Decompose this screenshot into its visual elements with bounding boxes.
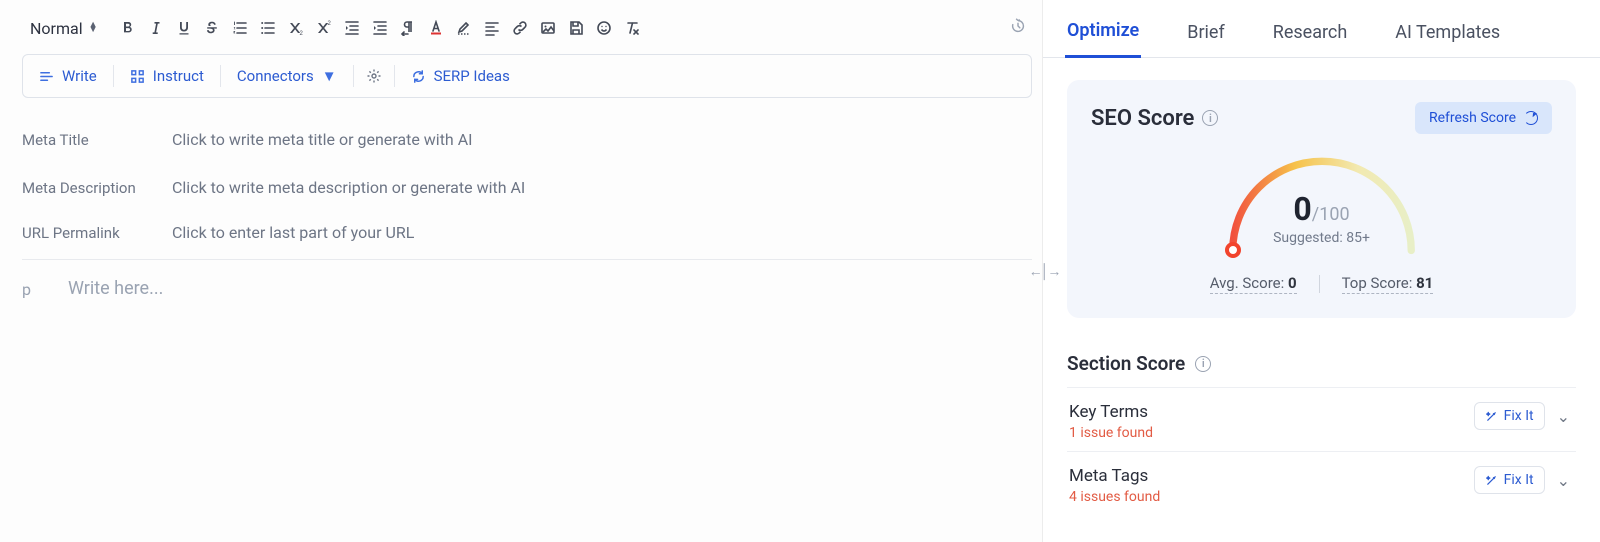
unordered-list-button[interactable]	[254, 14, 282, 42]
score-item-issues: 1 issue found	[1069, 425, 1474, 441]
emoji-button[interactable]	[590, 14, 618, 42]
main-editor-input[interactable]	[68, 278, 163, 299]
meta-title-label: Meta Title	[22, 131, 172, 149]
score-item-name: Key Terms	[1069, 402, 1474, 422]
expand-toggle[interactable]: ⌄	[1553, 403, 1574, 430]
score-gauge: 0/100 Suggested: 85+	[1217, 144, 1427, 252]
chevron-down-icon: ⌄	[1557, 407, 1570, 426]
instruct-label: Instruct	[153, 67, 204, 85]
url-permalink-input[interactable]: Click to enter last part of your URL	[172, 223, 1032, 242]
ai-action-bar: Write Instruct Connectors ▼	[22, 54, 1032, 98]
write-button[interactable]: Write	[27, 60, 109, 92]
seo-score-card: SEO Score i Refresh Score	[1067, 80, 1576, 318]
meta-section: Meta Title Click to write meta title or …	[22, 116, 1032, 260]
italic-button[interactable]	[142, 14, 170, 42]
panel-tabs: Optimize Brief Research AI Templates	[1043, 0, 1600, 58]
clear-format-button[interactable]	[618, 14, 646, 42]
bold-button[interactable]	[114, 14, 142, 42]
seo-score-max: /100	[1312, 204, 1350, 225]
tab-brief[interactable]: Brief	[1185, 22, 1227, 57]
info-icon[interactable]: i	[1202, 110, 1218, 126]
align-button[interactable]	[478, 14, 506, 42]
meta-description-row: Meta Description Click to write meta des…	[22, 164, 1032, 212]
sort-icon: ▲▼	[89, 23, 98, 33]
score-item-name: Meta Tags	[1069, 466, 1474, 486]
serp-label: SERP Ideas	[434, 67, 510, 85]
meta-title-row: Meta Title Click to write meta title or …	[22, 116, 1032, 164]
resize-handle[interactable]: ←│→	[1034, 261, 1054, 281]
caret-down-icon: ▼	[322, 67, 337, 85]
image-button[interactable]	[534, 14, 562, 42]
paragraph-style-label: Normal	[30, 19, 83, 38]
magic-wand-icon	[1485, 410, 1498, 423]
superscript-button[interactable]: 2	[310, 14, 338, 42]
fix-it-button[interactable]: Fix It	[1474, 402, 1545, 430]
chevron-down-icon: ⌄	[1557, 471, 1570, 490]
write-icon	[39, 69, 54, 84]
indent-button[interactable]	[366, 14, 394, 42]
underline-button[interactable]	[170, 14, 198, 42]
svg-text:2: 2	[327, 21, 331, 27]
top-score-stat: Top Score: 81	[1342, 274, 1434, 294]
refresh-score-label: Refresh Score	[1429, 110, 1516, 126]
suggested-label: Suggested:	[1273, 230, 1346, 246]
connectors-button[interactable]: Connectors ▼	[225, 60, 349, 92]
link-button[interactable]	[506, 14, 534, 42]
fix-it-button[interactable]: Fix It	[1474, 466, 1545, 494]
section-score-title: Section Score	[1067, 352, 1185, 375]
fix-it-label: Fix It	[1504, 472, 1534, 488]
block-type-indicator: p	[22, 278, 40, 299]
paragraph-style-picker[interactable]: Normal ▲▼	[22, 14, 114, 42]
gear-icon	[366, 68, 382, 84]
highlight-button[interactable]	[450, 14, 478, 42]
refresh-score-button[interactable]: Refresh Score	[1415, 102, 1552, 134]
meta-title-input[interactable]: Click to write meta title or generate wi…	[172, 130, 1032, 149]
score-item-key-terms: Key Terms 1 issue found Fix It ⌄	[1067, 387, 1576, 451]
outdent-button[interactable]	[338, 14, 366, 42]
section-score-header: Section Score i	[1067, 352, 1576, 375]
gauge-indicator-icon	[1225, 242, 1241, 258]
connectors-label: Connectors	[237, 67, 314, 85]
editor-body: p	[22, 278, 1032, 299]
url-permalink-label: URL Permalink	[22, 224, 172, 242]
instruct-button[interactable]: Instruct	[118, 60, 216, 92]
subscript-button[interactable]: 2	[282, 14, 310, 42]
fix-it-label: Fix It	[1504, 408, 1534, 424]
insights-panel: Optimize Brief Research AI Templates SEO…	[1042, 0, 1600, 542]
score-item-meta-tags: Meta Tags 4 issues found Fix It ⌄	[1067, 451, 1576, 515]
editor-column: Normal ▲▼ 2 2	[0, 0, 1042, 542]
strikethrough-button[interactable]	[198, 14, 226, 42]
sparkle-refresh-icon	[411, 69, 426, 84]
score-item-issues: 4 issues found	[1069, 489, 1474, 505]
expand-toggle[interactable]: ⌄	[1553, 467, 1574, 494]
save-button[interactable]	[562, 14, 590, 42]
tab-optimize[interactable]: Optimize	[1065, 20, 1141, 58]
svg-text:2: 2	[299, 31, 303, 36]
seo-score-value: 0	[1293, 190, 1311, 228]
meta-description-label: Meta Description	[22, 179, 172, 197]
tab-ai-templates[interactable]: AI Templates	[1393, 22, 1502, 57]
write-label: Write	[62, 67, 97, 85]
history-icon[interactable]	[1004, 17, 1032, 40]
tab-research[interactable]: Research	[1271, 22, 1350, 57]
serp-ideas-button[interactable]: SERP Ideas	[399, 60, 522, 92]
text-direction-button[interactable]	[394, 14, 422, 42]
suggested-value: 85+	[1346, 230, 1370, 246]
format-toolbar: Normal ▲▼ 2 2	[22, 12, 1032, 44]
text-color-button[interactable]	[422, 14, 450, 42]
ordered-list-button[interactable]	[226, 14, 254, 42]
refresh-icon	[1524, 111, 1538, 125]
info-icon[interactable]: i	[1195, 356, 1211, 372]
grid-icon	[130, 69, 145, 84]
magic-wand-icon	[1485, 474, 1498, 487]
meta-description-input[interactable]: Click to write meta description or gener…	[172, 178, 1032, 197]
seo-score-title: SEO Score	[1091, 106, 1194, 131]
settings-action-button[interactable]	[358, 60, 390, 92]
url-permalink-row: URL Permalink Click to enter last part o…	[22, 212, 1032, 260]
avg-score-stat: Avg. Score: 0	[1210, 274, 1297, 294]
